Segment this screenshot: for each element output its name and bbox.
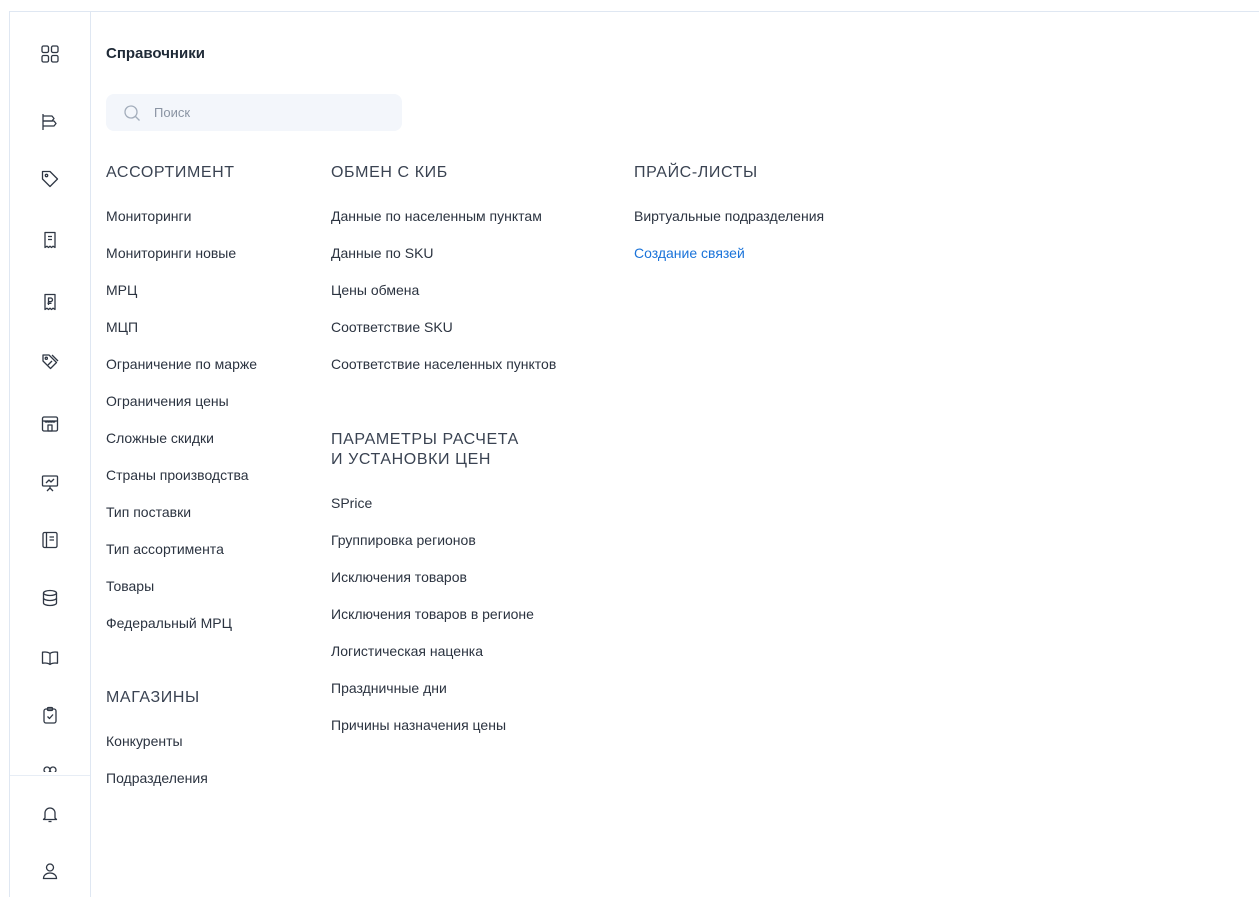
list-item[interactable]: Соответствие SKU xyxy=(331,309,556,346)
list-item[interactable]: Мониторинги xyxy=(106,198,257,235)
presentation-board-icon[interactable] xyxy=(40,473,60,493)
list-item[interactable]: МЦП xyxy=(106,309,257,346)
list-item[interactable]: Причины назначения цены xyxy=(331,707,561,744)
list-item[interactable]: Ограничения цены xyxy=(106,383,257,420)
open-book-icon[interactable] xyxy=(40,648,60,668)
section-pricelists: ПРАЙС-ЛИСТЫ Виртуальные подразделения Со… xyxy=(634,163,824,272)
list-item[interactable]: Данные по SKU xyxy=(331,235,556,272)
list-item-active-link[interactable]: Создание связей xyxy=(634,235,824,272)
list-item[interactable]: Исключения товаров xyxy=(331,559,561,596)
list-item[interactable]: Ограничение по марже xyxy=(106,346,257,383)
list-item[interactable]: SPrice xyxy=(331,485,561,522)
section-title-pricing-line2: И УСТАНОВКИ ЦЕН xyxy=(331,451,492,468)
discount-tags-icon[interactable] xyxy=(40,352,60,372)
store-icon[interactable] xyxy=(40,414,60,434)
section-title-stores: МАГАЗИНЫ xyxy=(106,689,200,706)
users-icon[interactable] xyxy=(40,764,60,772)
sidebar-rail xyxy=(10,12,91,897)
list-item[interactable]: Соответствие населенных пунктов xyxy=(331,346,556,383)
section-stores: МАГАЗИНЫ Конкуренты Подразделения xyxy=(106,688,208,797)
pricing-list: SPrice Группировка регионов Исключения т… xyxy=(331,485,561,744)
list-item[interactable]: Сложные скидки xyxy=(106,420,257,457)
user-profile-icon[interactable] xyxy=(40,861,60,881)
flag-bars-icon[interactable] xyxy=(40,112,60,132)
bell-icon[interactable] xyxy=(40,804,60,824)
list-item[interactable]: Федеральный МРЦ xyxy=(106,605,257,642)
search-input[interactable] xyxy=(152,104,386,121)
list-item[interactable]: Группировка регионов xyxy=(331,522,561,559)
list-item[interactable]: Тип поставки xyxy=(106,494,257,531)
section-pricing-params: ПАРАМЕТРЫ РАСЧЕТА И УСТАНОВКИ ЦЕН SPrice… xyxy=(331,430,561,744)
search-box[interactable] xyxy=(106,94,402,131)
list-item[interactable]: Подразделения xyxy=(106,760,208,797)
dashboard-grid-icon[interactable] xyxy=(40,44,60,64)
list-item[interactable]: Тип ассортимента xyxy=(106,531,257,568)
search-icon xyxy=(122,103,142,123)
catalog-book-icon[interactable] xyxy=(40,530,60,550)
stores-list: Конкуренты Подразделения xyxy=(106,723,208,797)
receipt-icon[interactable] xyxy=(40,230,60,250)
rail-divider xyxy=(10,775,90,776)
ruble-receipt-icon[interactable] xyxy=(40,292,60,312)
main-content: Справочники АССОРТИМЕНТ Мониторинги Мони… xyxy=(106,12,1259,897)
list-item[interactable]: Конкуренты xyxy=(106,723,208,760)
list-item[interactable]: Данные по населенным пунктам xyxy=(331,198,556,235)
section-title-pricing-line1: ПАРАМЕТРЫ РАСЧЕТА xyxy=(331,431,519,448)
list-item[interactable]: Страны производства xyxy=(106,457,257,494)
section-kib-exchange: ОБМЕН С КИБ Данные по населенным пунктам… xyxy=(331,163,556,383)
kib-list: Данные по населенным пунктам Данные по S… xyxy=(331,198,556,383)
list-item[interactable]: Товары xyxy=(106,568,257,605)
list-item[interactable]: Цены обмена xyxy=(331,272,556,309)
pricelists-list: Виртуальные подразделения Создание связе… xyxy=(634,198,824,272)
price-tag-icon[interactable] xyxy=(40,169,60,189)
section-title-kib: ОБМЕН С КИБ xyxy=(331,164,448,181)
list-item[interactable]: Исключения товаров в регионе xyxy=(331,596,561,633)
section-title-pricing: ПАРАМЕТРЫ РАСЧЕТА И УСТАНОВКИ ЦЕН xyxy=(331,430,561,470)
section-assortment: АССОРТИМЕНТ Мониторинги Мониторинги новы… xyxy=(106,163,257,642)
section-title-assortment: АССОРТИМЕНТ xyxy=(106,164,235,181)
list-item[interactable]: Праздничные дни xyxy=(331,670,561,707)
clipboard-check-icon[interactable] xyxy=(40,705,60,725)
section-title-pricelists: ПРАЙС-ЛИСТЫ xyxy=(634,164,758,181)
list-item[interactable]: МРЦ xyxy=(106,272,257,309)
assortment-list: Мониторинги Мониторинги новые МРЦ МЦП Ог… xyxy=(106,198,257,642)
list-item[interactable]: Мониторинги новые xyxy=(106,235,257,272)
list-item[interactable]: Логистическая наценка xyxy=(331,633,561,670)
database-icon[interactable] xyxy=(40,588,60,608)
page-title: Справочники xyxy=(106,45,205,62)
list-item[interactable]: Виртуальные подразделения xyxy=(634,198,824,235)
